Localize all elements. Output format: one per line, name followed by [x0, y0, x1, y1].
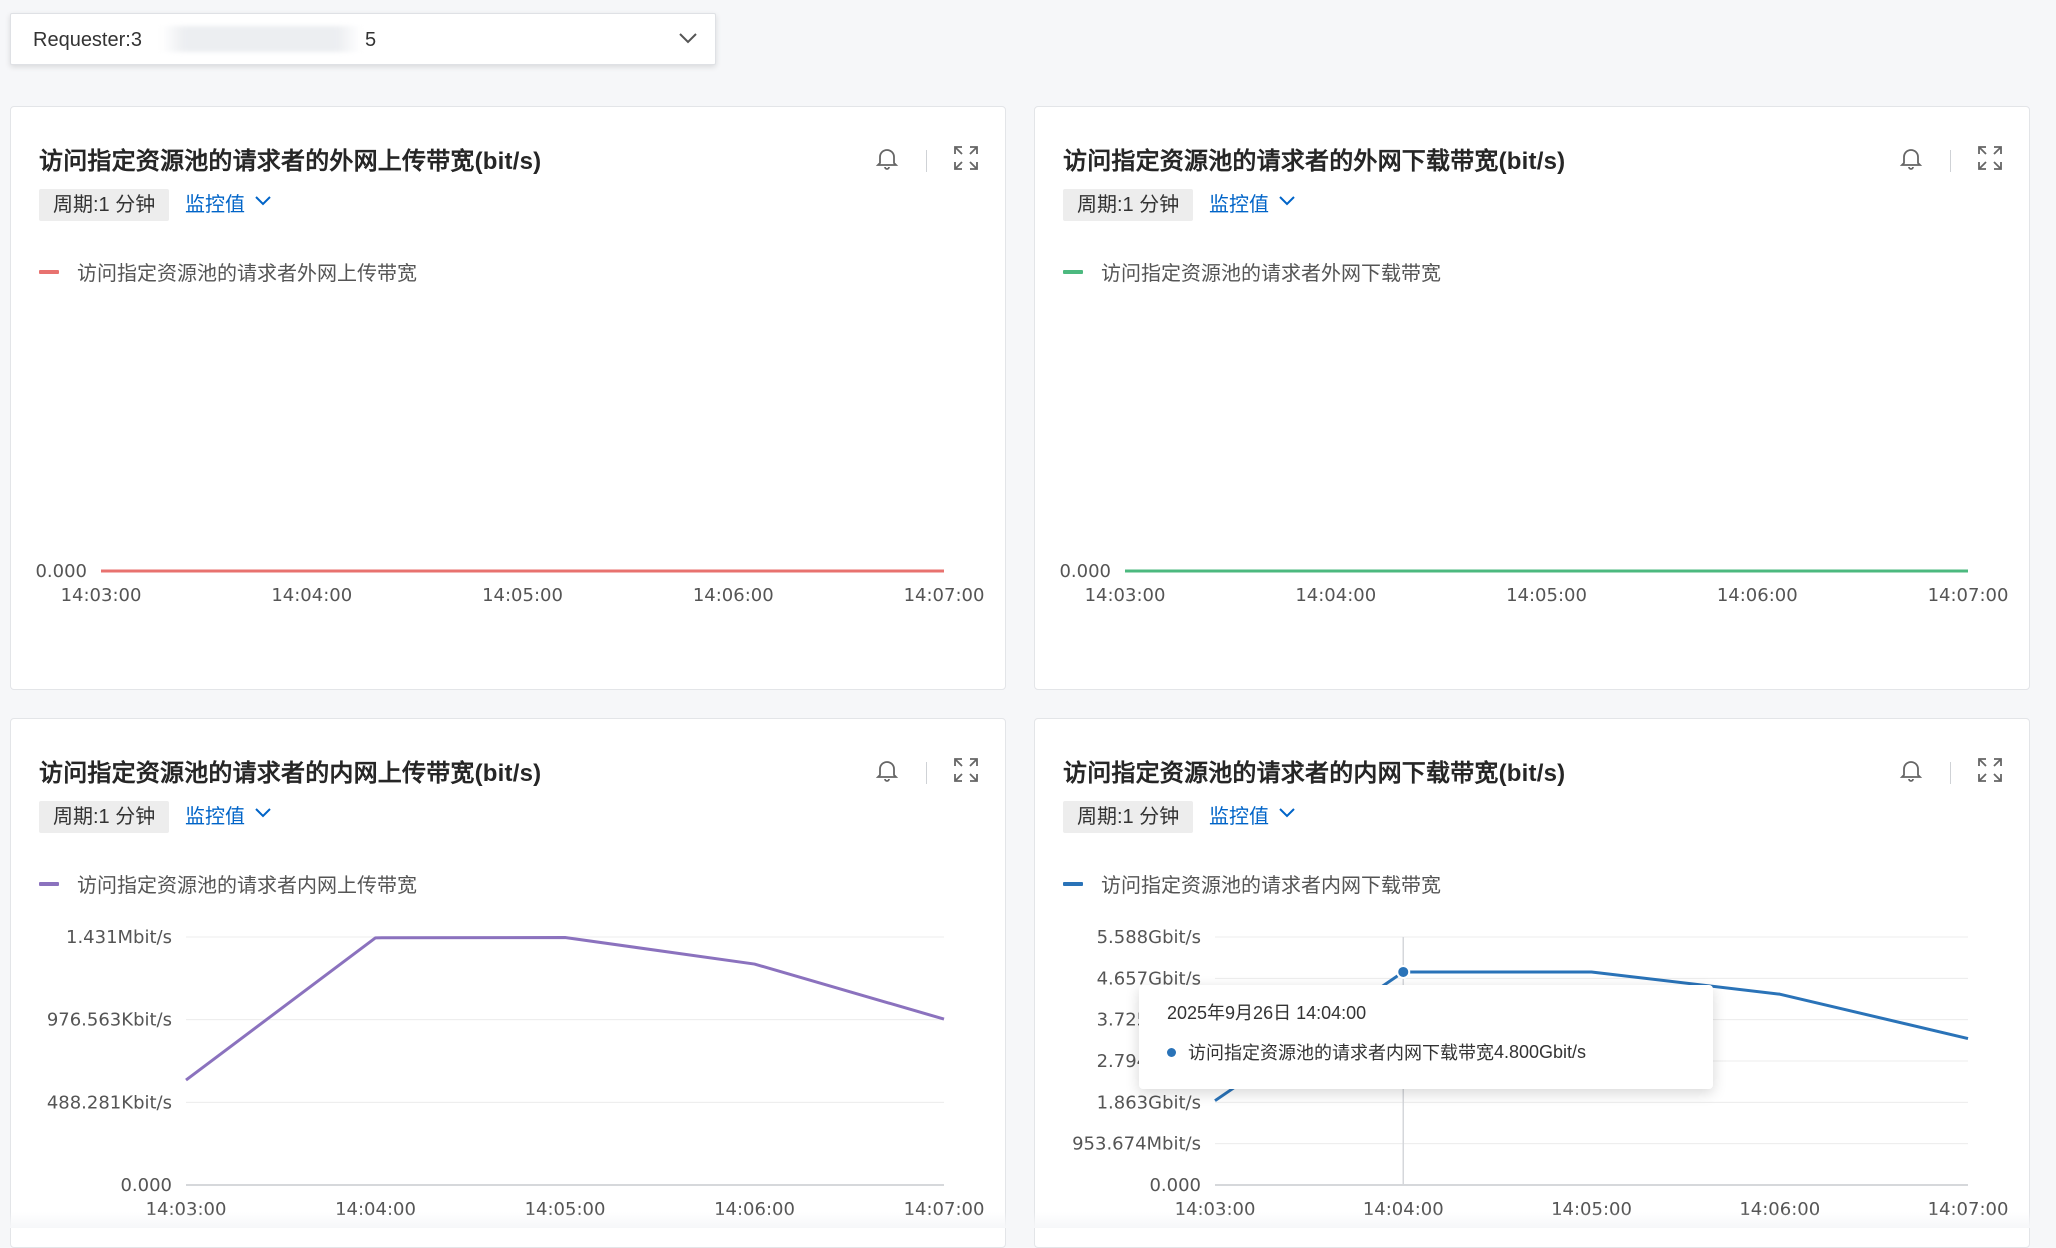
x-tick-label: 14:07:00 — [1928, 585, 2009, 606]
bottom-fade — [0, 1212, 2056, 1228]
chart-panel-public-download: 访问指定资源池的请求者的外网下载带宽(bit/s) 周期:1 分钟 监控值 访问… — [1034, 106, 2030, 690]
y-tick-label: 0.000 — [1149, 1175, 1201, 1196]
y-tick-label: 488.281Kbit/s — [47, 1092, 172, 1113]
line-chart[interactable]: 0.000953.674Mbit/s1.863Gbit/s2.794Gbit/s… — [1035, 719, 2030, 1248]
x-tick-label: 14:06:00 — [1717, 585, 1798, 606]
x-tick-label: 14:04:00 — [1295, 585, 1376, 606]
tooltip-series-dot — [1167, 1047, 1176, 1057]
chart-panel-internal-upload: 访问指定资源池的请求者的内网上传带宽(bit/s) 周期:1 分钟 监控值 访问… — [10, 718, 1006, 1248]
requester-label-suffix: 5 — [365, 29, 377, 51]
line-chart[interactable]: 0.000 14:03:00 14:04:00 14:05:00 14:06:00 14:… — [1035, 107, 2030, 690]
series-line — [185, 935, 945, 1082]
y-tick-label: 953.674Mbit/s — [1072, 1134, 1201, 1155]
y-tick-label: 1.431Mbit/s — [66, 927, 172, 948]
x-tick-label: 14:05:00 — [482, 585, 563, 606]
y-tick-label: 0.000 — [1059, 561, 1111, 582]
chart-panel-internal-download: 访问指定资源池的请求者的内网下载带宽(bit/s) 周期:1 分钟 监控值 访问… — [1034, 718, 2030, 1248]
x-tick-label: 14:04:00 — [271, 585, 352, 606]
y-tick-label: 0.000 — [120, 1175, 172, 1196]
x-tick-label: 14:05:00 — [1506, 585, 1587, 606]
requester-label: Requester:3 — [33, 29, 142, 51]
x-tick-label: 14:03:00 — [1085, 585, 1166, 606]
x-tick-label: 14:06:00 — [693, 585, 774, 606]
y-tick-label: 5.588Gbit/s — [1097, 927, 1201, 948]
x-tick-label: 14:03:00 — [61, 585, 142, 606]
y-tick-label: 976.563Kbit/s — [47, 1010, 172, 1031]
tooltip-row: 访问指定资源池的请求者内网下载带宽 4.800Gbit/s — [1167, 1039, 1685, 1065]
chart-panel-public-upload: 访问指定资源池的请求者的外网上传带宽(bit/s) 周期:1 分钟 监控值 访问… — [10, 106, 1006, 690]
chevron-down-icon[interactable] — [677, 27, 699, 54]
tooltip-value: 4.800Gbit/s — [1494, 1041, 1587, 1062]
x-tick-label: 14:07:00 — [904, 585, 985, 606]
tooltip-time: 2025年9月26日 14:04:00 — [1167, 1003, 1367, 1023]
tooltip-series-name: 访问指定资源池的请求者内网下载带宽 — [1188, 1043, 1494, 1063]
line-chart[interactable]: 0.000 488.281Kbit/s 976.563Kbit/s 1.431Mbit… — [11, 719, 1006, 1248]
highlight-point — [1396, 964, 1411, 979]
line-chart[interactable]: 0.000 14:03:00 14:04:00 14:05:00 14:06:00 14:… — [11, 107, 1006, 690]
y-tick-label: 0.000 — [35, 561, 87, 582]
chart-tooltip: 2025年9月26日 14:04:00 访问指定资源池的请求者内网下载带宽 4.8… — [1139, 985, 1713, 1089]
requester-select[interactable]: Requester:3 5 — [10, 13, 716, 65]
y-tick-label: 1.863Gbit/s — [1097, 1092, 1201, 1113]
requester-redacted-mask — [161, 26, 361, 52]
